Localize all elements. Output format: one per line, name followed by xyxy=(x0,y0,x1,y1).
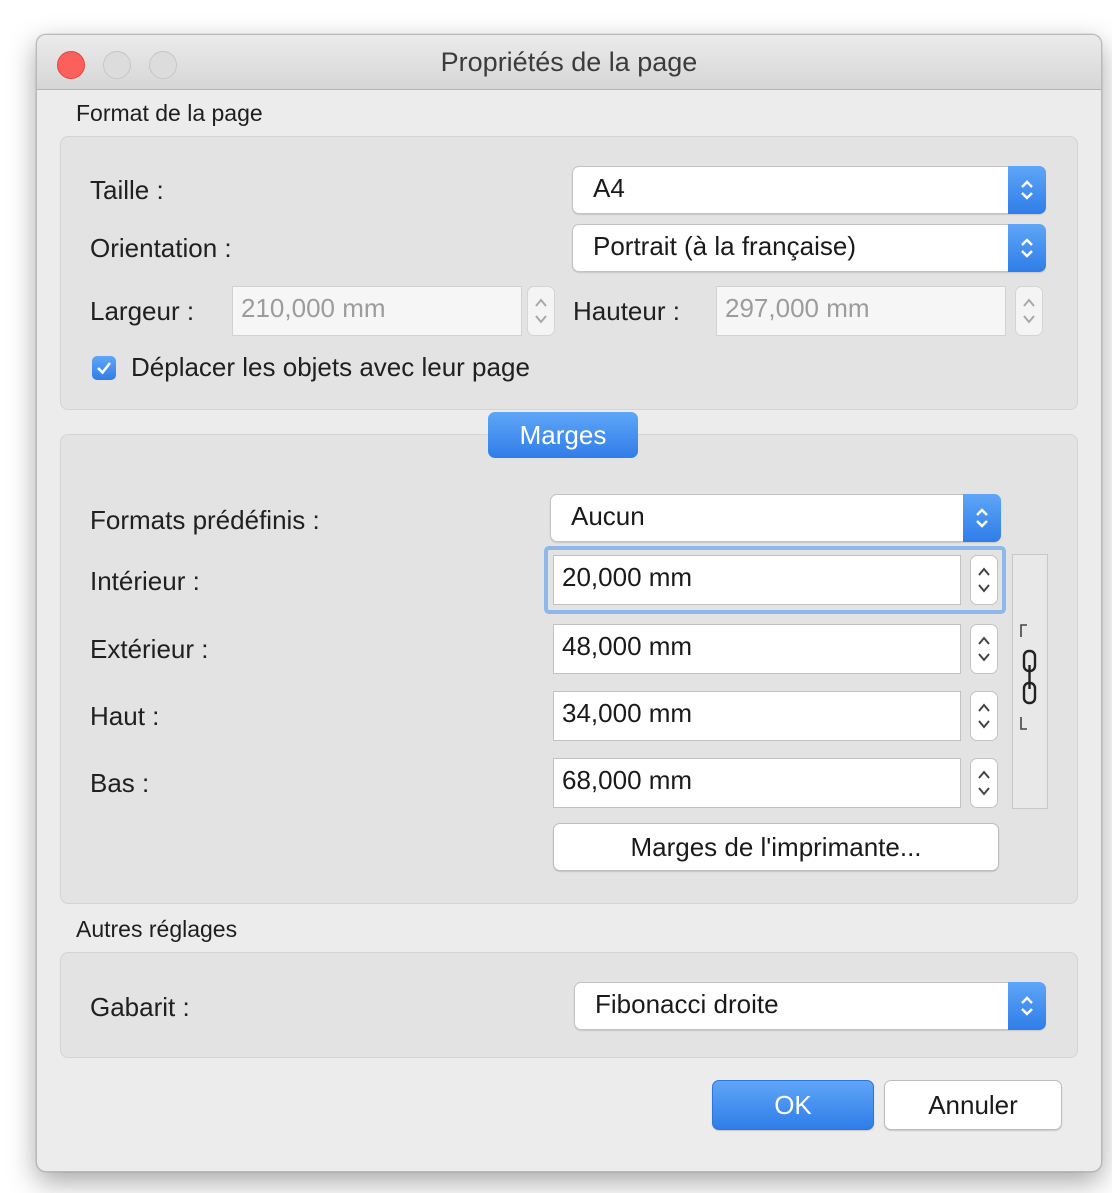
height-label: Hauteur : xyxy=(573,296,680,326)
ok-button[interactable]: OK xyxy=(712,1080,874,1130)
inner-margin-field[interactable]: 20,000 mm xyxy=(553,555,961,605)
stepper-icon xyxy=(978,770,990,796)
inner-margin-stepper[interactable] xyxy=(970,555,998,605)
height-field-value: 297,000 mm xyxy=(725,293,870,323)
orientation-popup-value: Portrait (à la française) xyxy=(593,231,856,261)
inner-margin-label: Intérieur : xyxy=(90,566,200,596)
top-margin-value: 34,000 mm xyxy=(562,698,693,728)
outer-margin-field[interactable]: 48,000 mm xyxy=(553,624,961,674)
width-field[interactable]: 210,000 mm xyxy=(232,286,522,336)
outer-margin-value: 48,000 mm xyxy=(562,631,693,661)
outer-margin-label: Extérieur : xyxy=(90,634,209,664)
titlebar: Propriétés de la page xyxy=(37,35,1101,90)
top-margin-stepper[interactable] xyxy=(970,691,998,741)
margins-tab[interactable]: Marges xyxy=(488,412,638,458)
updown-chevron-icon xyxy=(1008,166,1046,214)
size-popup[interactable]: A4 xyxy=(572,166,1046,214)
template-label: Gabarit : xyxy=(90,992,190,1022)
checkmark-icon xyxy=(97,362,112,375)
width-label: Largeur : xyxy=(90,296,195,326)
height-stepper[interactable] xyxy=(1015,286,1043,336)
stepper-icon xyxy=(978,703,990,729)
inner-margin-value: 20,000 mm xyxy=(562,562,693,592)
stepper-icon xyxy=(1023,298,1035,324)
template-popup[interactable]: Fibonacci droite xyxy=(574,982,1046,1030)
top-margin-field[interactable]: 34,000 mm xyxy=(553,691,961,741)
height-field[interactable]: 297,000 mm xyxy=(716,286,1006,336)
stepper-icon xyxy=(978,636,990,662)
page-format-section-label: Format de la page xyxy=(76,100,263,126)
cancel-button[interactable]: Annuler xyxy=(884,1080,1062,1130)
orientation-popup[interactable]: Portrait (à la française) xyxy=(572,224,1046,272)
bottom-margin-field[interactable]: 68,000 mm xyxy=(553,758,961,808)
stepper-icon xyxy=(978,567,990,593)
move-objects-label[interactable]: Déplacer les objets avec leur page xyxy=(131,352,530,383)
move-objects-checkbox[interactable] xyxy=(92,356,116,380)
width-field-value: 210,000 mm xyxy=(241,293,386,323)
chain-link-icon xyxy=(1020,624,1037,730)
width-stepper[interactable] xyxy=(527,286,555,336)
presets-label: Formats prédéfinis : xyxy=(90,505,320,535)
outer-margin-stepper[interactable] xyxy=(970,624,998,674)
updown-chevron-icon xyxy=(1008,224,1046,272)
stepper-icon xyxy=(535,298,547,324)
template-popup-value: Fibonacci droite xyxy=(595,989,779,1019)
updown-chevron-icon xyxy=(1008,982,1046,1030)
bottom-margin-label: Bas : xyxy=(90,768,150,798)
window-title: Propriétés de la page xyxy=(440,47,698,77)
printer-margins-button[interactable]: Marges de l'imprimante... xyxy=(553,823,999,871)
bottom-margin-stepper[interactable] xyxy=(970,758,998,808)
orientation-label: Orientation : xyxy=(90,233,232,263)
size-popup-value: A4 xyxy=(593,173,625,203)
updown-chevron-icon xyxy=(963,494,1001,542)
link-margins-toggle[interactable] xyxy=(1012,554,1048,809)
other-settings-section-label: Autres réglages xyxy=(76,916,238,942)
presets-popup-value: Aucun xyxy=(571,501,645,531)
top-margin-label: Haut : xyxy=(90,701,160,731)
presets-popup[interactable]: Aucun xyxy=(550,494,1001,542)
bottom-margin-value: 68,000 mm xyxy=(562,765,693,795)
size-label: Taille : xyxy=(90,175,164,205)
